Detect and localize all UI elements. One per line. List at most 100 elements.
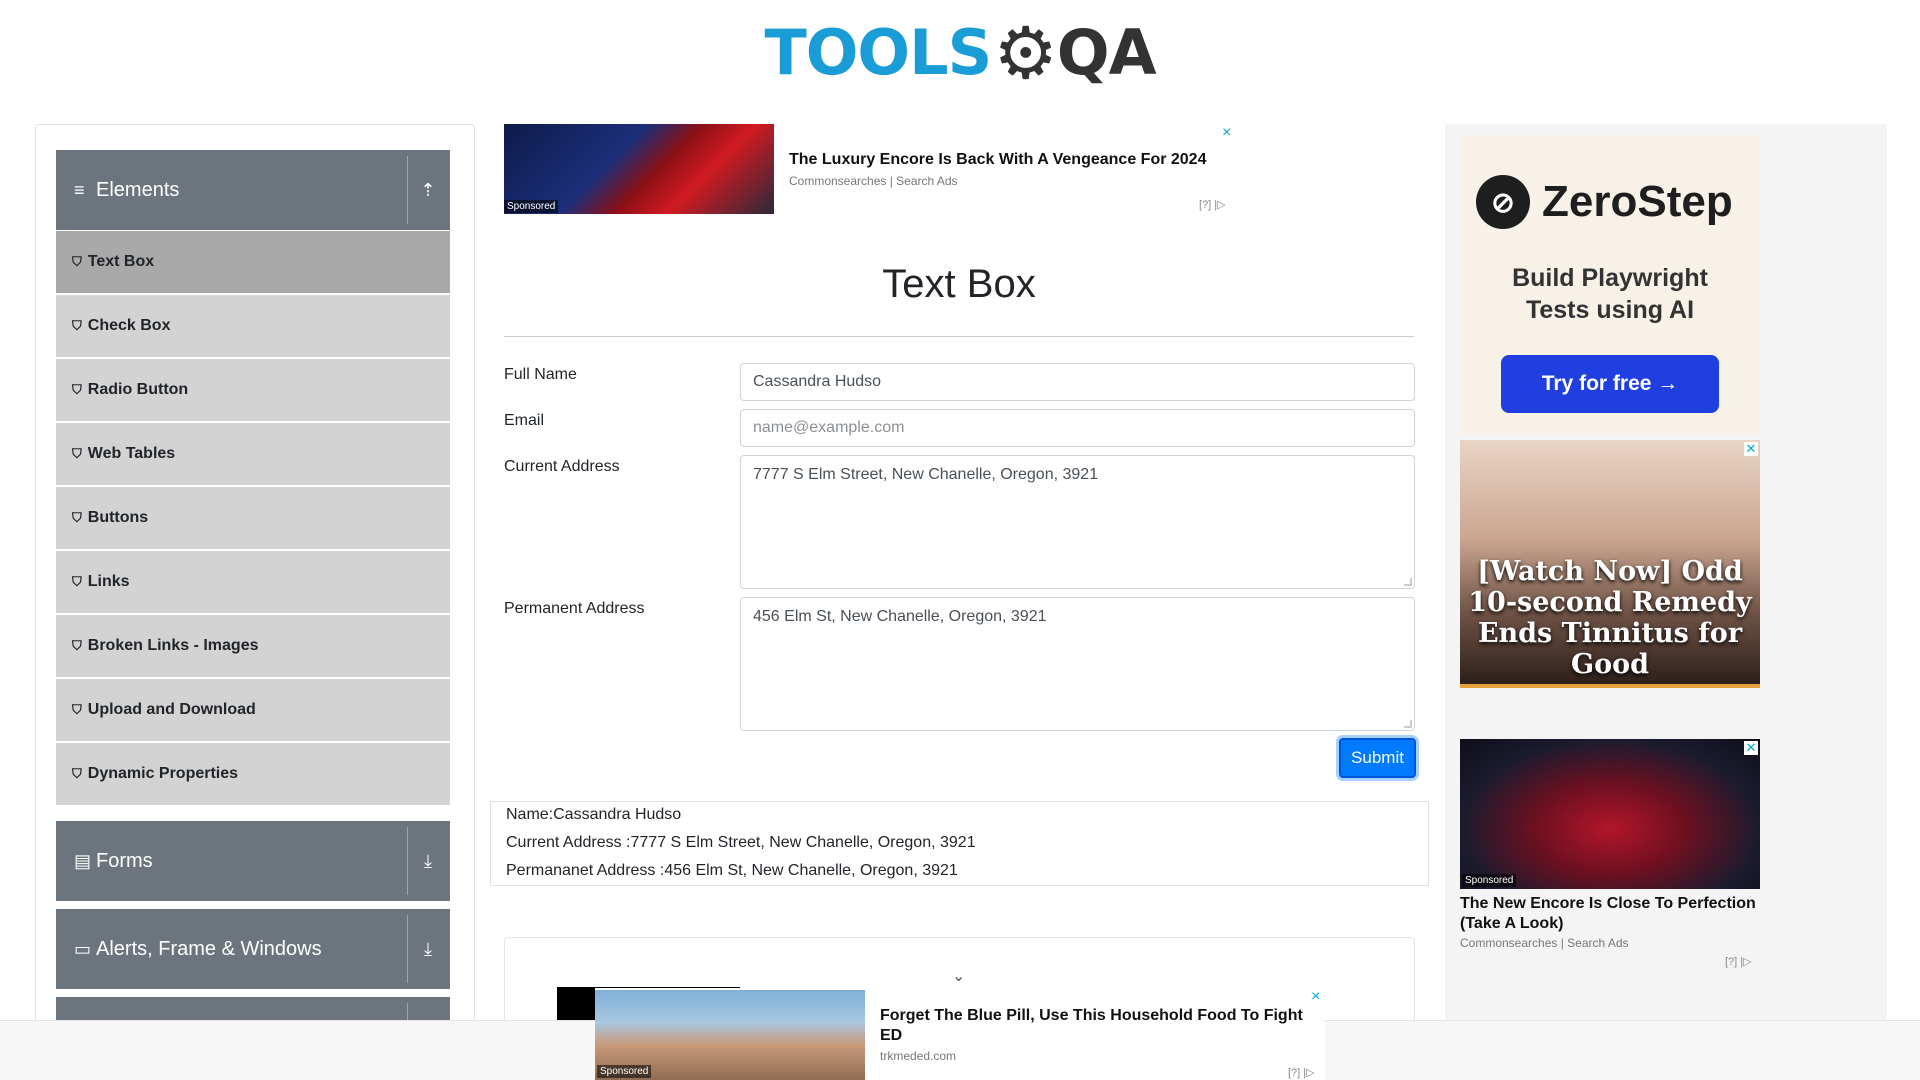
sponsored-label: Sponsored — [504, 200, 559, 213]
sponsored-label: Sponsored — [1462, 874, 1517, 887]
try-for-free-button[interactable]: Try for free → — [1501, 355, 1719, 413]
divider — [407, 827, 408, 895]
adchoices-icon[interactable]: [?] |▷ — [1288, 1066, 1315, 1079]
top-banner-ad[interactable]: Sponsored The Luxury Encore Is Back With… — [504, 124, 1234, 216]
resize-handle[interactable] — [1404, 578, 1412, 586]
tagline-line: Build Playwright — [1512, 264, 1708, 292]
sidebar-item-broken-links[interactable]: ⛉ Broken Links - Images — [56, 615, 450, 677]
html5-icon: ⛉ — [72, 254, 82, 269]
ad-source[interactable]: trkmeded.com — [880, 1049, 956, 1063]
divider — [407, 156, 408, 224]
ad-title[interactable]: The Luxury Encore Is Back With A Vengean… — [789, 151, 1206, 169]
headline-line: Good — [1571, 649, 1649, 680]
current-address-textarea[interactable]: 7777 S Elm Street, New Chanelle, Oregon,… — [740, 455, 1415, 589]
full-name-label: Full Name — [504, 366, 577, 383]
form-icon: ▤ — [74, 850, 92, 871]
email-input[interactable]: name@example.com — [740, 409, 1415, 447]
sidebar-item-upload-download[interactable]: ⛉ Upload and Download — [56, 679, 450, 741]
permanent-address-value: 456 Elm St, New Chanelle, Oregon, 3921 — [753, 608, 1047, 625]
sidebar-item-label: Buttons — [87, 509, 149, 526]
group-header-elements[interactable]: ≡ Elements ⇡ — [56, 150, 450, 230]
current-address-label: Current Address — [504, 458, 620, 475]
collapse-arrow-icon[interactable]: ⇡ — [414, 150, 442, 230]
tinnitus-ad[interactable]: [Watch Now] Odd 10-second Remedy Ends Ti… — [1460, 440, 1760, 688]
tagline-line: Tests using AI — [1525, 296, 1695, 324]
group-title: Forms — [96, 849, 153, 872]
site-header: TOOLS ⚙ QA — [0, 0, 1920, 105]
close-icon[interactable]: ✕ — [1744, 442, 1758, 456]
toolsqa-logo[interactable]: TOOLS ⚙ QA — [764, 10, 1156, 95]
sidebar-item-radio-button[interactable]: ⛉ Radio Button — [56, 359, 450, 421]
logo-text-tools: TOOLS — [764, 16, 992, 89]
submit-button[interactable]: Submit — [1339, 738, 1416, 778]
chevron-down-icon[interactable]: ⌄ — [952, 966, 965, 986]
sidebar-item-buttons[interactable]: ⛉ Buttons — [56, 487, 450, 549]
ad-source[interactable]: Commonsearches | Search Ads — [789, 174, 958, 188]
car-ad-source[interactable]: Commonsearches | Search Ads — [1460, 936, 1629, 950]
left-sidebar: ≡ Elements ⇡ ⛉ Text Box ⛉ Check Box ⛉ Ra… — [35, 124, 475, 1080]
car-ad-image[interactable]: Sponsored ✕ — [1460, 739, 1760, 889]
sticky-bottom-ad[interactable]: Sponsored Forget The Blue Pill, Use This… — [595, 988, 1325, 1080]
close-icon[interactable]: × — [1311, 988, 1320, 1006]
sidebar-item-label: Dynamic Properties — [87, 765, 239, 782]
headline-line: [Watch Now] Odd — [1477, 556, 1743, 587]
sidebar-item-text-box[interactable]: ⛉ Text Box — [56, 231, 450, 293]
output-current-address: Current Address :7777 S Elm Street, New … — [506, 834, 976, 851]
zerostep-logo-icon: ⊘ — [1476, 175, 1530, 229]
group-header-alerts[interactable]: ▭ Alerts, Frame & Windows ⤓ — [56, 909, 450, 989]
zerostep-ad[interactable]: ⊘ ZeroStep Build Playwright Tests using … — [1460, 135, 1760, 435]
full-name-value: Cassandra Hudso — [753, 373, 882, 390]
adchoices-icon[interactable]: [?] |▷ — [1725, 955, 1752, 968]
html5-icon: ⛉ — [72, 702, 82, 717]
zerostep-name: ZeroStep — [1542, 177, 1733, 226]
sidebar-item-links[interactable]: ⛉ Links — [56, 551, 450, 613]
sidebar-item-check-box[interactable]: ⛉ Check Box — [56, 295, 450, 357]
sidebar-item-web-tables[interactable]: ⛉ Web Tables — [56, 423, 450, 485]
expand-arrow-icon[interactable]: ⤓ — [414, 909, 442, 989]
sidebar-item-label: Text Box — [87, 253, 155, 270]
divider — [504, 336, 1414, 337]
headline-line: Ends Tinnitus for — [1477, 618, 1743, 649]
html5-icon: ⛉ — [72, 318, 82, 333]
sidebar-item-label: Links — [87, 573, 130, 590]
output-panel: Name:Cassandra Hudso Current Address :77… — [490, 801, 1429, 886]
html5-icon: ⛉ — [72, 446, 82, 461]
permanent-address-label: Permanent Address — [504, 600, 645, 617]
page: TOOLS ⚙ QA ≡ Elements ⇡ ⛉ Text Box ⛉ Che… — [0, 0, 1920, 1080]
ad-title[interactable]: Forget The Blue Pill, Use This Household… — [880, 1006, 1320, 1046]
sidebar-item-label: Upload and Download — [87, 701, 256, 718]
ad-headline: [Watch Now] Odd 10-second Remedy Ends Ti… — [1460, 556, 1760, 680]
car-ad-title[interactable]: The New Encore Is Close To Perfection (T… — [1460, 894, 1760, 934]
permanent-address-textarea[interactable]: 456 Elm St, New Chanelle, Oregon, 3921 — [740, 597, 1415, 731]
current-address-value: 7777 S Elm Street, New Chanelle, Oregon,… — [753, 466, 1099, 483]
close-icon[interactable]: ✕ — [1744, 741, 1758, 755]
full-name-input[interactable]: Cassandra Hudso — [740, 363, 1415, 401]
menu-icon: ≡ — [74, 179, 85, 200]
output-permanent-address: Permananet Address :456 Elm St, New Chan… — [506, 862, 958, 879]
resize-handle[interactable] — [1404, 720, 1412, 728]
html5-icon: ⛉ — [72, 638, 82, 653]
ad-progress-bar — [1460, 684, 1760, 688]
group-title: Elements — [96, 178, 180, 201]
group-title: Alerts, Frame & Windows — [96, 937, 322, 960]
html5-icon: ⛉ — [72, 382, 82, 397]
page-title: Text Box — [882, 262, 1036, 306]
output-name: Name:Cassandra Hudso — [506, 806, 682, 823]
window-icon: ▭ — [74, 938, 92, 959]
divider — [407, 915, 408, 983]
sidebar-item-label: Web Tables — [87, 445, 176, 462]
email-placeholder: name@example.com — [753, 419, 905, 436]
html5-icon: ⛉ — [72, 510, 82, 525]
close-icon[interactable]: × — [1222, 124, 1231, 142]
adchoices-icon[interactable]: [?] |▷ — [1199, 198, 1226, 211]
html5-icon: ⛉ — [72, 766, 82, 781]
expand-arrow-icon[interactable]: ⤓ — [414, 821, 442, 901]
email-label: Email — [504, 412, 545, 429]
group-header-forms[interactable]: ▤ Forms ⤓ — [56, 821, 450, 901]
headline-line: 10-second Remedy — [1468, 587, 1752, 618]
gear-icon: ⚙ — [993, 10, 1058, 95]
sidebar-item-label: Radio Button — [87, 381, 189, 398]
sidebar-item-label: Check Box — [87, 317, 171, 334]
sidebar-item-dynamic-properties[interactable]: ⛉ Dynamic Properties — [56, 743, 450, 805]
zerostep-tagline: Build Playwright Tests using AI — [1460, 262, 1760, 326]
